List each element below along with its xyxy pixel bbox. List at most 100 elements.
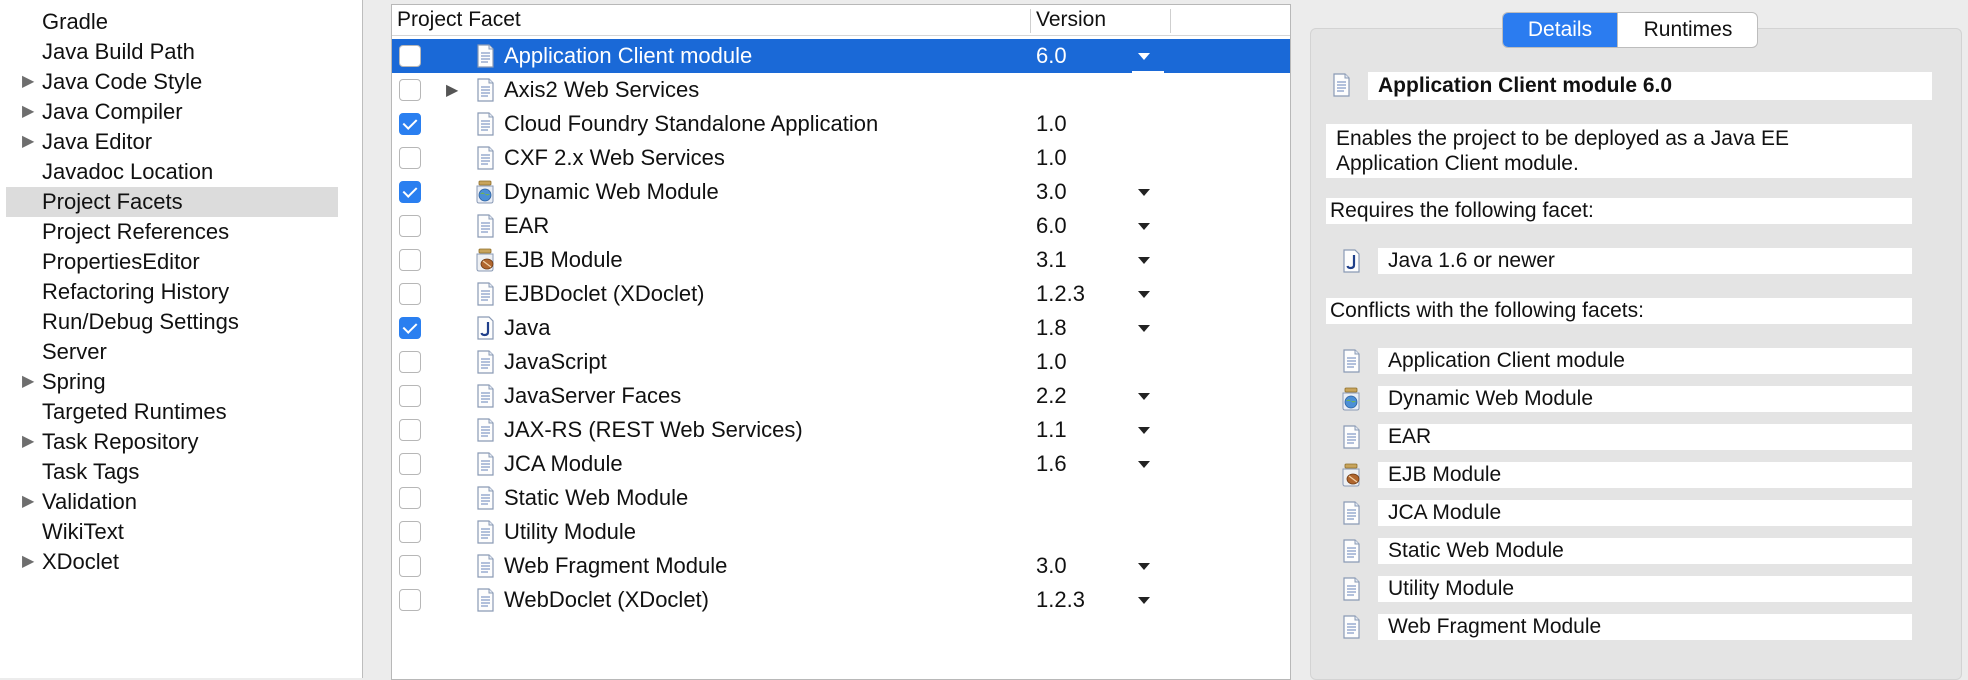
facet-row-javascript[interactable]: JavaScript 1.0 bbox=[392, 345, 1290, 379]
nav-item-java-compiler[interactable]: ▶ Java Compiler bbox=[6, 97, 338, 127]
version-dropdown-arrow-icon[interactable] bbox=[1138, 189, 1150, 196]
facet-checkbox[interactable] bbox=[399, 283, 421, 305]
facet-checkbox[interactable] bbox=[399, 147, 421, 169]
nav-item-server[interactable]: Server bbox=[6, 337, 338, 367]
version-dropdown-arrow-icon[interactable] bbox=[1138, 563, 1150, 570]
version-dropdown-arrow-icon[interactable] bbox=[1138, 597, 1150, 604]
facet-checkbox[interactable] bbox=[399, 385, 421, 407]
nav-item-label: Run/Debug Settings bbox=[42, 309, 239, 334]
document-icon bbox=[1338, 576, 1364, 602]
nav-item-java-build-path[interactable]: Java Build Path bbox=[6, 37, 338, 67]
nav-item-refactoring-history[interactable]: Refactoring History bbox=[6, 277, 338, 307]
expand-arrow-icon[interactable]: ▶ bbox=[22, 367, 34, 397]
facet-row-cxf-2-x-web-services[interactable]: CXF 2.x Web Services 1.0 bbox=[392, 141, 1290, 175]
column-separator[interactable] bbox=[1030, 9, 1031, 33]
facet-row-ejbdoclet-xdoclet[interactable]: EJBDoclet (XDoclet) 1.2.3 bbox=[392, 277, 1290, 311]
nav-item-propertieseditor[interactable]: PropertiesEditor bbox=[6, 247, 338, 277]
nav-item-gradle[interactable]: Gradle bbox=[6, 7, 338, 37]
facet-row-ear[interactable]: EAR 6.0 bbox=[392, 209, 1290, 243]
facet-row-application-client-module[interactable]: Application Client module 6.0 bbox=[392, 39, 1290, 73]
version-dropdown-arrow-icon[interactable] bbox=[1138, 325, 1150, 332]
facet-name: JavaScript bbox=[504, 349, 607, 374]
facet-version[interactable]: 3.1 bbox=[1036, 243, 1067, 277]
facet-checkbox[interactable] bbox=[399, 521, 421, 543]
nav-item-run-debug-settings[interactable]: Run/Debug Settings bbox=[6, 307, 338, 337]
version-dropdown-arrow-icon[interactable] bbox=[1138, 461, 1150, 468]
facet-checkbox[interactable] bbox=[399, 453, 421, 475]
facet-checkbox[interactable] bbox=[399, 487, 421, 509]
facet-version[interactable]: 1.2.3 bbox=[1036, 277, 1085, 311]
nav-item-task-repository[interactable]: ▶ Task Repository bbox=[6, 427, 338, 457]
facet-version[interactable]: 6.0 bbox=[1036, 39, 1067, 73]
facet-checkbox[interactable] bbox=[399, 589, 421, 611]
version-dropdown-arrow-icon[interactable] bbox=[1138, 53, 1150, 60]
document-icon bbox=[1338, 424, 1364, 450]
version-dropdown-arrow-icon[interactable] bbox=[1138, 223, 1150, 230]
nav-item-wikitext[interactable]: WikiText bbox=[6, 517, 338, 547]
conflicting-facet-ejb-module: EJB Module bbox=[1378, 462, 1912, 488]
facet-row-dynamic-web-module[interactable]: Dynamic Web Module 3.0 bbox=[392, 175, 1290, 209]
nav-item-label: WikiText bbox=[42, 519, 124, 544]
facet-version[interactable]: 1.2.3 bbox=[1036, 583, 1085, 617]
expand-arrow-icon[interactable]: ▶ bbox=[22, 67, 34, 97]
facet-checkbox[interactable] bbox=[399, 181, 421, 203]
expand-arrow-icon[interactable]: ▶ bbox=[22, 97, 34, 127]
nav-item-project-references[interactable]: Project References bbox=[6, 217, 338, 247]
facet-checkbox[interactable] bbox=[399, 79, 421, 101]
facet-checkbox[interactable] bbox=[399, 419, 421, 441]
facet-checkbox[interactable] bbox=[399, 215, 421, 237]
facet-heading-box: Application Client module 6.0 bbox=[1368, 72, 1932, 100]
nav-item-xdoclet[interactable]: ▶ XDoclet bbox=[6, 547, 338, 577]
expand-arrow-icon[interactable]: ▶ bbox=[22, 127, 34, 157]
facet-checkbox[interactable] bbox=[399, 45, 421, 67]
facet-row-web-fragment-module[interactable]: Web Fragment Module 3.0 bbox=[392, 549, 1290, 583]
facet-checkbox[interactable] bbox=[399, 113, 421, 135]
facet-checkbox[interactable] bbox=[399, 317, 421, 339]
expand-arrow-icon[interactable]: ▶ bbox=[22, 427, 34, 457]
tab-runtimes[interactable]: Runtimes bbox=[1617, 13, 1757, 47]
facet-version[interactable]: 6.0 bbox=[1036, 209, 1067, 243]
tab-details[interactable]: Details bbox=[1503, 13, 1617, 47]
facet-version[interactable]: 1.1 bbox=[1036, 413, 1067, 447]
facet-row-utility-module[interactable]: Utility Module bbox=[392, 515, 1290, 549]
conflicting-facet-utility-module: Utility Module bbox=[1378, 576, 1912, 602]
sash-divider[interactable] bbox=[362, 0, 363, 678]
nav-item-targeted-runtimes[interactable]: Targeted Runtimes bbox=[6, 397, 338, 427]
nav-item-spring[interactable]: ▶ Spring bbox=[6, 367, 338, 397]
expand-arrow-icon[interactable]: ▶ bbox=[22, 487, 34, 517]
facet-row-java[interactable]: Java 1.8 bbox=[392, 311, 1290, 345]
facet-version[interactable]: 3.0 bbox=[1036, 175, 1067, 209]
facet-row-axis2-web-services[interactable]: ▶ Axis2 Web Services bbox=[392, 73, 1290, 107]
nav-item-project-facets[interactable]: Project Facets bbox=[6, 187, 338, 217]
facet-row-javaserver-faces[interactable]: JavaServer Faces 2.2 bbox=[392, 379, 1290, 413]
version-dropdown-arrow-icon[interactable] bbox=[1138, 291, 1150, 298]
column-header-version[interactable]: Version bbox=[1036, 5, 1106, 35]
expand-arrow-icon[interactable]: ▶ bbox=[22, 547, 34, 577]
facet-row-cloud-foundry-standalone-application[interactable]: Cloud Foundry Standalone Application 1.0 bbox=[392, 107, 1290, 141]
nav-item-java-code-style[interactable]: ▶ Java Code Style bbox=[6, 67, 338, 97]
facet-version[interactable]: 1.6 bbox=[1036, 447, 1067, 481]
expand-arrow-icon[interactable]: ▶ bbox=[446, 80, 458, 100]
column-separator[interactable] bbox=[1170, 9, 1171, 33]
facet-checkbox[interactable] bbox=[399, 555, 421, 577]
bean-jar-icon bbox=[472, 247, 498, 273]
facet-row-jax-rs-rest-web-services[interactable]: JAX-RS (REST Web Services) 1.1 bbox=[392, 413, 1290, 447]
facet-checkbox[interactable] bbox=[399, 351, 421, 373]
facet-version[interactable]: 1.8 bbox=[1036, 311, 1067, 345]
facet-version[interactable]: 2.2 bbox=[1036, 379, 1067, 413]
version-dropdown-arrow-icon[interactable] bbox=[1138, 427, 1150, 434]
nav-item-validation[interactable]: ▶ Validation bbox=[6, 487, 338, 517]
nav-item-task-tags[interactable]: Task Tags bbox=[6, 457, 338, 487]
facet-row-static-web-module[interactable]: Static Web Module bbox=[392, 481, 1290, 515]
facet-version[interactable]: 3.0 bbox=[1036, 549, 1067, 583]
version-dropdown-arrow-icon[interactable] bbox=[1138, 257, 1150, 264]
facet-row-jca-module[interactable]: JCA Module 1.6 bbox=[392, 447, 1290, 481]
facet-checkbox[interactable] bbox=[399, 249, 421, 271]
facet-row-webdoclet-xdoclet[interactable]: WebDoclet (XDoclet) 1.2.3 bbox=[392, 583, 1290, 617]
nav-item-javadoc-location[interactable]: Javadoc Location bbox=[6, 157, 338, 187]
nav-item-label: Javadoc Location bbox=[42, 159, 214, 184]
nav-item-java-editor[interactable]: ▶ Java Editor bbox=[6, 127, 338, 157]
facet-row-ejb-module[interactable]: EJB Module 3.1 bbox=[392, 243, 1290, 277]
version-dropdown-arrow-icon[interactable] bbox=[1138, 393, 1150, 400]
column-header-project-facet[interactable]: Project Facet bbox=[397, 5, 521, 35]
